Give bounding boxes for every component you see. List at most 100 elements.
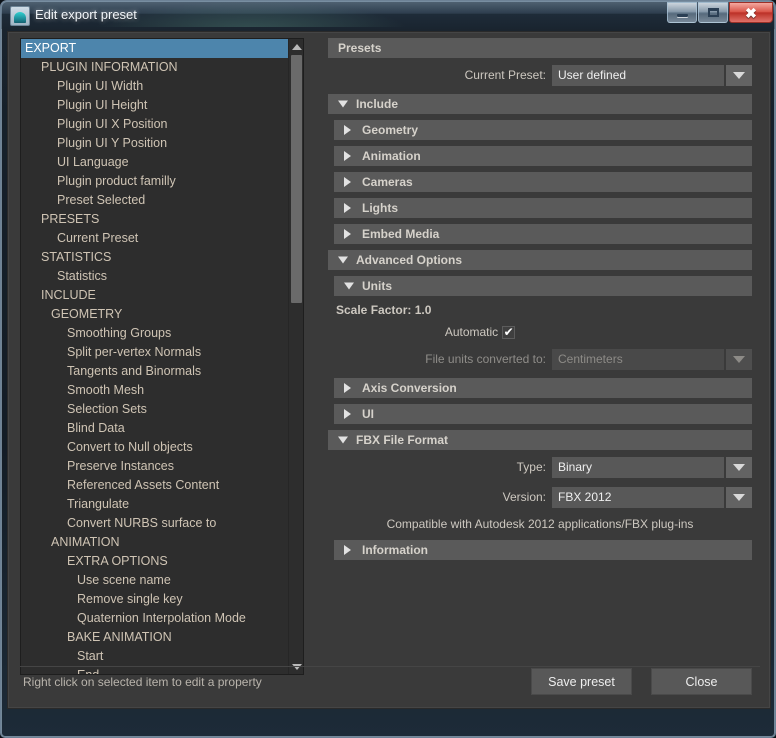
fbx-file-format-header-label: FBX File Format <box>356 433 449 447</box>
tree-item[interactable]: UI Language <box>21 153 289 172</box>
tree-item[interactable]: Tangents and Binormals <box>21 362 289 381</box>
chevron-down-icon[interactable] <box>726 348 752 370</box>
tree-item[interactable]: Plugin UI Width <box>21 77 289 96</box>
units-section-header[interactable]: Units <box>334 276 752 296</box>
axis-conversion-header-label: Axis Conversion <box>362 381 457 395</box>
type-row: Type: Binary <box>328 456 752 478</box>
version-row: Version: FBX 2012 <box>328 486 752 508</box>
close-dialog-button[interactable]: Close <box>651 668 752 695</box>
tree-item[interactable]: Remove single key <box>21 590 289 609</box>
title-bar: Edit export preset ✖ <box>1 1 775 29</box>
checkmark-icon: ✔ <box>503 325 514 339</box>
property-tree-panel[interactable]: EXPORT PLUGIN INFORMATION Plugin UI Width P… <box>20 38 304 675</box>
animation-section-header[interactable]: Animation <box>334 146 752 166</box>
tree-item[interactable]: Quaternion Interpolation Mode <box>21 609 289 628</box>
chevron-right-icon <box>344 177 351 187</box>
current-preset-label: Current Preset: <box>464 68 546 82</box>
minimize-icon <box>676 14 688 17</box>
presets-header-label: Presets <box>338 41 382 55</box>
file-units-dropdown[interactable]: Centimeters <box>552 348 752 370</box>
close-icon: ✖ <box>745 4 757 21</box>
scale-factor-text: Scale Factor: 1.0 <box>336 303 432 317</box>
current-preset-row: Current Preset: User defined <box>328 64 752 86</box>
tree-item[interactable]: Start <box>21 647 289 666</box>
information-header-label: Information <box>362 543 428 557</box>
close-window-button[interactable]: ✖ <box>729 2 773 23</box>
tree-item[interactable]: Plugin product familly <box>21 172 289 191</box>
chevron-down-icon[interactable] <box>726 456 752 478</box>
include-section-header[interactable]: Include <box>328 94 752 114</box>
embed-media-section-header[interactable]: Embed Media <box>334 224 752 244</box>
advanced-options-section-header[interactable]: Advanced Options <box>328 250 752 270</box>
version-value[interactable]: FBX 2012 <box>552 486 724 508</box>
maximize-button[interactable] <box>698 2 728 23</box>
tree-item[interactable]: Plugin UI X Position <box>21 115 289 134</box>
save-preset-button[interactable]: Save preset <box>531 668 632 695</box>
tree-item[interactable]: Convert NURBS surface to <box>21 514 289 533</box>
tree-item[interactable]: ANIMATION <box>21 533 289 552</box>
tree-item[interactable]: INCLUDE <box>21 286 289 305</box>
type-label: Type: <box>516 460 546 474</box>
ui-section-header[interactable]: UI <box>334 404 752 424</box>
tree-item[interactable]: EXTRA OPTIONS <box>21 552 289 571</box>
animation-header-label: Animation <box>362 149 421 163</box>
tree-scrollbar[interactable] <box>288 39 303 674</box>
app-icon <box>10 6 30 26</box>
dialog-client-area: EXPORT PLUGIN INFORMATION Plugin UI Width P… <box>7 31 771 709</box>
tree-item[interactable]: Plugin UI Y Position <box>21 134 289 153</box>
axis-conversion-section-header[interactable]: Axis Conversion <box>334 378 752 398</box>
tree-item[interactable]: Smooth Mesh <box>21 381 289 400</box>
information-section-header[interactable]: Information <box>334 540 752 560</box>
tree-item[interactable]: STATISTICS <box>21 248 289 267</box>
tree-item[interactable]: Current Preset <box>21 229 289 248</box>
file-units-value[interactable]: Centimeters <box>552 348 724 370</box>
minimize-button[interactable] <box>667 2 697 23</box>
current-preset-dropdown[interactable]: User defined <box>552 64 752 86</box>
dialog-footer: Right click on selected item to edit a p… <box>20 666 760 698</box>
version-dropdown[interactable]: FBX 2012 <box>552 486 752 508</box>
automatic-units-row[interactable]: Automatic ✔ <box>328 322 752 342</box>
type-value[interactable]: Binary <box>552 456 724 478</box>
file-units-label: File units converted to: <box>425 352 546 366</box>
lights-header-label: Lights <box>362 201 398 215</box>
tree-item[interactable]: Split per-vertex Normals <box>21 343 289 362</box>
tree-item[interactable]: PLUGIN INFORMATION <box>21 58 289 77</box>
cameras-section-header[interactable]: Cameras <box>334 172 752 192</box>
tree-item[interactable]: Statistics <box>21 267 289 286</box>
tree-item[interactable]: Referenced Assets Content <box>21 476 289 495</box>
chevron-down-icon[interactable] <box>726 486 752 508</box>
tree-item[interactable]: Use scene name <box>21 571 289 590</box>
advanced-options-header-label: Advanced Options <box>356 253 463 267</box>
file-units-row: File units converted to: Centimeters <box>328 348 752 370</box>
fbx-file-format-section-header[interactable]: FBX File Format <box>328 430 752 450</box>
tree-item[interactable]: GEOMETRY <box>21 305 289 324</box>
tree-item[interactable]: Triangulate <box>21 495 289 514</box>
tree-item[interactable]: Preserve Instances <box>21 457 289 476</box>
automatic-checkbox[interactable]: ✔ <box>502 325 516 339</box>
scroll-up-arrow[interactable] <box>289 39 303 54</box>
property-tree-list[interactable]: EXPORT PLUGIN INFORMATION Plugin UI Width P… <box>21 39 289 674</box>
tree-item[interactable]: Convert to Null objects <box>21 438 289 457</box>
tree-item[interactable]: Smoothing Groups <box>21 324 289 343</box>
tree-item[interactable]: Blind Data <box>21 419 289 438</box>
type-dropdown[interactable]: Binary <box>552 456 752 478</box>
cameras-header-label: Cameras <box>362 175 413 189</box>
chevron-right-icon <box>344 409 351 419</box>
tree-item-selected[interactable]: EXPORT <box>21 39 289 58</box>
geometry-header-label: Geometry <box>362 123 419 137</box>
geometry-section-header[interactable]: Geometry <box>334 120 752 140</box>
tree-item[interactable]: Preset Selected <box>21 191 289 210</box>
status-message: Right click on selected item to edit a p… <box>23 675 262 689</box>
units-header-label: Units <box>362 279 392 293</box>
tree-scrollbar-thumb[interactable] <box>291 55 302 303</box>
chevron-down-icon[interactable] <box>726 64 752 86</box>
tree-item[interactable]: Plugin UI Height <box>21 96 289 115</box>
tree-item[interactable]: PRESETS <box>21 210 289 229</box>
chevron-down-icon <box>338 256 348 264</box>
lights-section-header[interactable]: Lights <box>334 198 752 218</box>
dialog-window: Edit export preset ✖ EXPORT PLUGIN INFORM… <box>0 0 776 738</box>
tree-item[interactable]: BAKE ANIMATION <box>21 628 289 647</box>
tree-item[interactable]: Selection Sets <box>21 400 289 419</box>
current-preset-value[interactable]: User defined <box>552 64 724 86</box>
chevron-right-icon <box>344 383 351 393</box>
